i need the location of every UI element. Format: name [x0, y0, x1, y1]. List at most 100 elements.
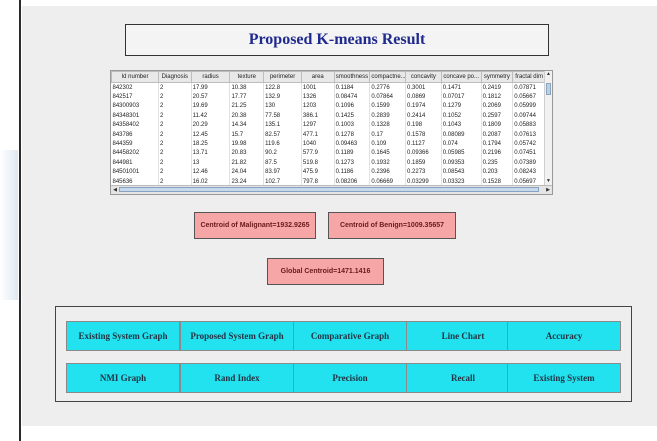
malignant-centroid-label: Centroid of Malignant=1932.9265 [200, 222, 310, 229]
table-cell: 2 [158, 101, 192, 112]
column-header[interactable]: area [300, 71, 335, 83]
precision-button[interactable]: Precision [293, 363, 407, 393]
table-cell: 0.1809 [481, 120, 514, 130]
column-header[interactable]: perimeter [263, 71, 302, 83]
table-cell: 0.08089 [441, 129, 482, 140]
table-cell: 0.1273 [334, 158, 371, 168]
table-cell: 10.38 [229, 82, 265, 93]
vertical-scrollbar[interactable]: ▲ ▼ [544, 71, 552, 185]
existing-system-graph-button[interactable]: Existing System Graph [66, 321, 180, 351]
table-cell: 0.09744 [512, 111, 546, 121]
table-row[interactable]: 84300903 2 19.69 21.25 130 1203 0.1096 0.1599 0.… [111, 101, 546, 112]
column-header[interactable]: symmetry [480, 71, 514, 83]
table-cell: 475.9 [301, 167, 335, 177]
table-cell: 0.07451 [512, 148, 546, 159]
table-cell: 83.97 [263, 167, 302, 177]
column-header[interactable]: Id number [111, 71, 159, 83]
table-cell: 87.5 [263, 158, 302, 168]
column-header[interactable]: radius [190, 71, 231, 83]
table-cell: 1326 [301, 92, 335, 102]
table-cell: 21.25 [229, 101, 265, 112]
table-cell: 12.46 [191, 167, 231, 177]
table-cell: 0.07613 [512, 129, 546, 140]
table-cell: 0.1859 [405, 158, 442, 168]
rand-index-button[interactable]: Rand Index [180, 363, 294, 393]
line-chart-button[interactable]: Line Chart [406, 321, 520, 351]
table-cell: 132.9 [263, 92, 302, 102]
table-row[interactable]: 844981 2 13 21.82 87.5 519.8 0.1273 0.1932 0.185… [111, 158, 546, 168]
table-cell: 0.05667 [512, 92, 546, 102]
comparative-graph-button[interactable]: Comparative Graph [293, 321, 407, 351]
table-cell: 0.2087 [481, 129, 514, 140]
table-cell: 842302 [111, 82, 159, 93]
results-table[interactable]: Id number Diagnosis radius texture perimeter… [110, 70, 553, 195]
table-cell: 2 [158, 167, 192, 177]
scroll-right-icon[interactable]: ▶ [544, 186, 552, 194]
table-cell: 0.1003 [334, 120, 371, 130]
column-header[interactable]: smoothness [333, 71, 371, 83]
column-header[interactable]: concavity [405, 71, 442, 83]
table-cell: 2 [158, 148, 192, 159]
table-cell: 0.2597 [481, 111, 514, 121]
table-cell: 21.82 [229, 158, 265, 168]
table-header-row: Id number Diagnosis radius texture perimeter… [111, 71, 546, 83]
table-cell: 0.09353 [441, 158, 482, 168]
table-cell: 20.38 [229, 111, 265, 121]
table-cell: 2 [158, 92, 192, 102]
table-cell: 0.1578 [405, 129, 442, 140]
recall-button[interactable]: Recall [406, 363, 520, 393]
table-cell: 2 [158, 82, 192, 93]
column-header[interactable]: texture [229, 71, 265, 83]
table-cell: 2 [158, 139, 192, 149]
table-cell: 2 [158, 129, 192, 140]
nmi-graph-button[interactable]: NMI Graph [66, 363, 180, 393]
table-cell: 135.1 [263, 120, 302, 130]
column-header[interactable]: fractal dim [512, 71, 546, 83]
column-header[interactable]: compactne... [369, 71, 407, 83]
table-row[interactable]: 84358402 2 20.29 14.34 135.1 1297 0.1003 0.1328… [111, 120, 546, 130]
table-row[interactable]: 84348301 2 11.42 20.38 77.58 386.1 0.1425 0.283… [111, 111, 546, 121]
table-cell: 90.2 [263, 148, 302, 159]
column-header[interactable]: concave po... [440, 71, 482, 83]
table-cell: 119.6 [263, 139, 302, 149]
scroll-up-icon[interactable]: ▲ [545, 71, 552, 78]
table-cell: 0.235 [481, 158, 514, 168]
table-row[interactable]: 84458202 2 13.71 20.83 90.2 577.9 0.1189 0.1645… [111, 148, 546, 159]
table-cell: 0.08474 [334, 92, 371, 102]
table-cell: 1001 [301, 82, 335, 93]
table-cell: 13 [191, 158, 231, 168]
table-row[interactable]: 84501001 2 12.46 24.04 83.97 475.9 0.1186 0.239… [111, 167, 546, 177]
table-cell: 519.8 [301, 158, 335, 168]
table-cell: 0.1184 [334, 82, 371, 93]
table-cell: 0.1096 [334, 101, 371, 112]
table-cell: 13.71 [191, 148, 231, 159]
table-cell: 0.07864 [369, 92, 407, 102]
table-cell: 1297 [301, 120, 335, 130]
scroll-down-icon[interactable]: ▼ [545, 178, 552, 185]
horizontal-scrollbar[interactable]: ◀ ▶ [111, 185, 552, 194]
table-row[interactable]: 844359 2 18.25 19.98 119.6 1040 0.09463 0.109 0.… [111, 139, 546, 149]
scroll-left-icon[interactable]: ◀ [111, 186, 119, 194]
table-row[interactable]: 842302 2 17.99 10.38 122.8 1001 0.1184 0.2776 0.… [111, 82, 546, 93]
table-cell: 0.1278 [334, 129, 371, 140]
table-cell: 477.1 [301, 129, 335, 140]
table-cell: 0.1812 [481, 92, 514, 102]
proposed-system-graph-button[interactable]: Proposed System Graph [180, 321, 294, 351]
table-cell: 577.9 [301, 148, 335, 159]
accuracy-button[interactable]: Accuracy [507, 321, 621, 351]
vertical-scroll-thumb[interactable] [546, 83, 551, 95]
column-header[interactable]: Diagnosis [157, 71, 192, 83]
existing-system-button[interactable]: Existing System [507, 363, 621, 393]
table-cell: 20.57 [191, 92, 231, 102]
table-row[interactable]: 842517 2 20.57 17.77 132.9 1326 0.08474 0.07864… [111, 92, 546, 102]
table-row[interactable]: 843786 2 12.45 15.7 82.57 477.1 0.1278 0.17 0.15… [111, 129, 546, 140]
table-cell: 0.0869 [405, 92, 442, 102]
table-cell: 84348301 [111, 111, 159, 121]
table-cell: 20.29 [191, 120, 231, 130]
table-cell: 0.1471 [441, 82, 482, 93]
table-cell: 0.2419 [481, 82, 514, 93]
table-cell: 844359 [111, 139, 159, 149]
horizontal-scroll-thumb[interactable] [119, 187, 539, 192]
table-cell: 17.77 [229, 92, 265, 102]
table-cell: 84501001 [111, 167, 159, 177]
